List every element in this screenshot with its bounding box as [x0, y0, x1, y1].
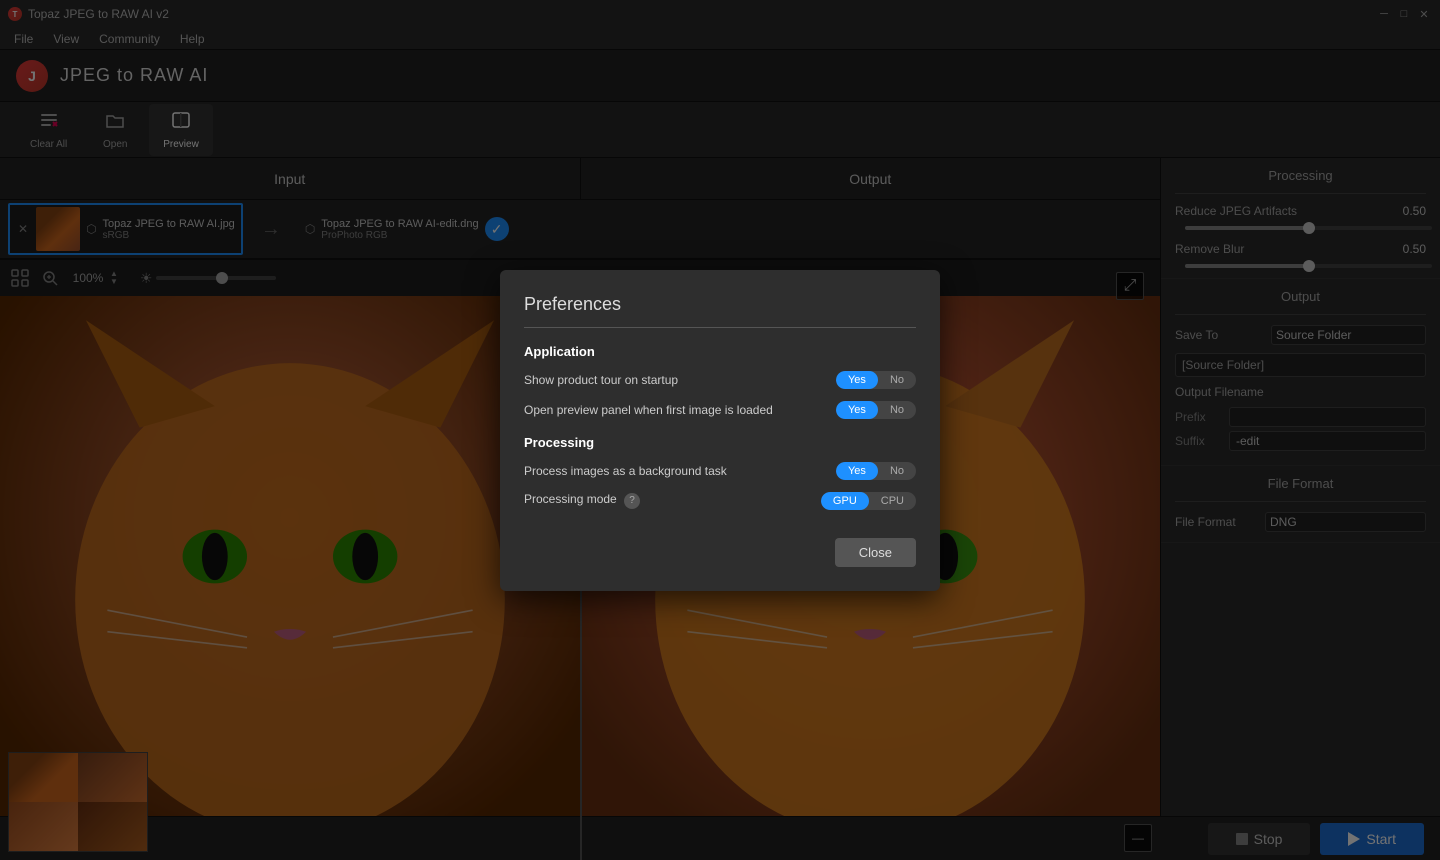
tour-yes-option[interactable]: Yes	[836, 371, 878, 389]
preview-toggle[interactable]: Yes No	[836, 401, 916, 419]
preview-pref-label: Open preview panel when first image is l…	[524, 403, 773, 417]
background-label: Process images as a background task	[524, 464, 727, 478]
background-toggle[interactable]: Yes No	[836, 462, 916, 480]
modal-close-button[interactable]: Close	[835, 538, 916, 567]
processing-pref-section-title: Processing	[524, 435, 916, 450]
preview-yes-option[interactable]: Yes	[836, 401, 878, 419]
background-yes-option[interactable]: Yes	[836, 462, 878, 480]
mode-gpu-option[interactable]: GPU	[821, 492, 869, 510]
modal-title: Preferences	[524, 294, 916, 315]
modal-overlay[interactable]: Preferences Application Show product tou…	[0, 0, 1440, 860]
tour-toggle[interactable]: Yes No	[836, 371, 916, 389]
app-section-title: Application	[524, 344, 916, 359]
mode-label: Processing mode ?	[524, 492, 640, 509]
mode-row: Processing mode ? GPU CPU	[524, 492, 916, 510]
tour-label: Show product tour on startup	[524, 373, 678, 387]
preview-no-option[interactable]: No	[878, 401, 916, 419]
background-no-option[interactable]: No	[878, 462, 916, 480]
mode-cpu-option[interactable]: CPU	[869, 492, 916, 510]
modal-divider	[524, 327, 916, 328]
help-icon[interactable]: ?	[624, 493, 640, 509]
mode-toggle[interactable]: GPU CPU	[821, 492, 916, 510]
tour-no-option[interactable]: No	[878, 371, 916, 389]
preferences-modal: Preferences Application Show product tou…	[500, 270, 940, 591]
tour-row: Show product tour on startup Yes No	[524, 371, 916, 389]
background-row: Process images as a background task Yes …	[524, 462, 916, 480]
preview-pref-row: Open preview panel when first image is l…	[524, 401, 916, 419]
